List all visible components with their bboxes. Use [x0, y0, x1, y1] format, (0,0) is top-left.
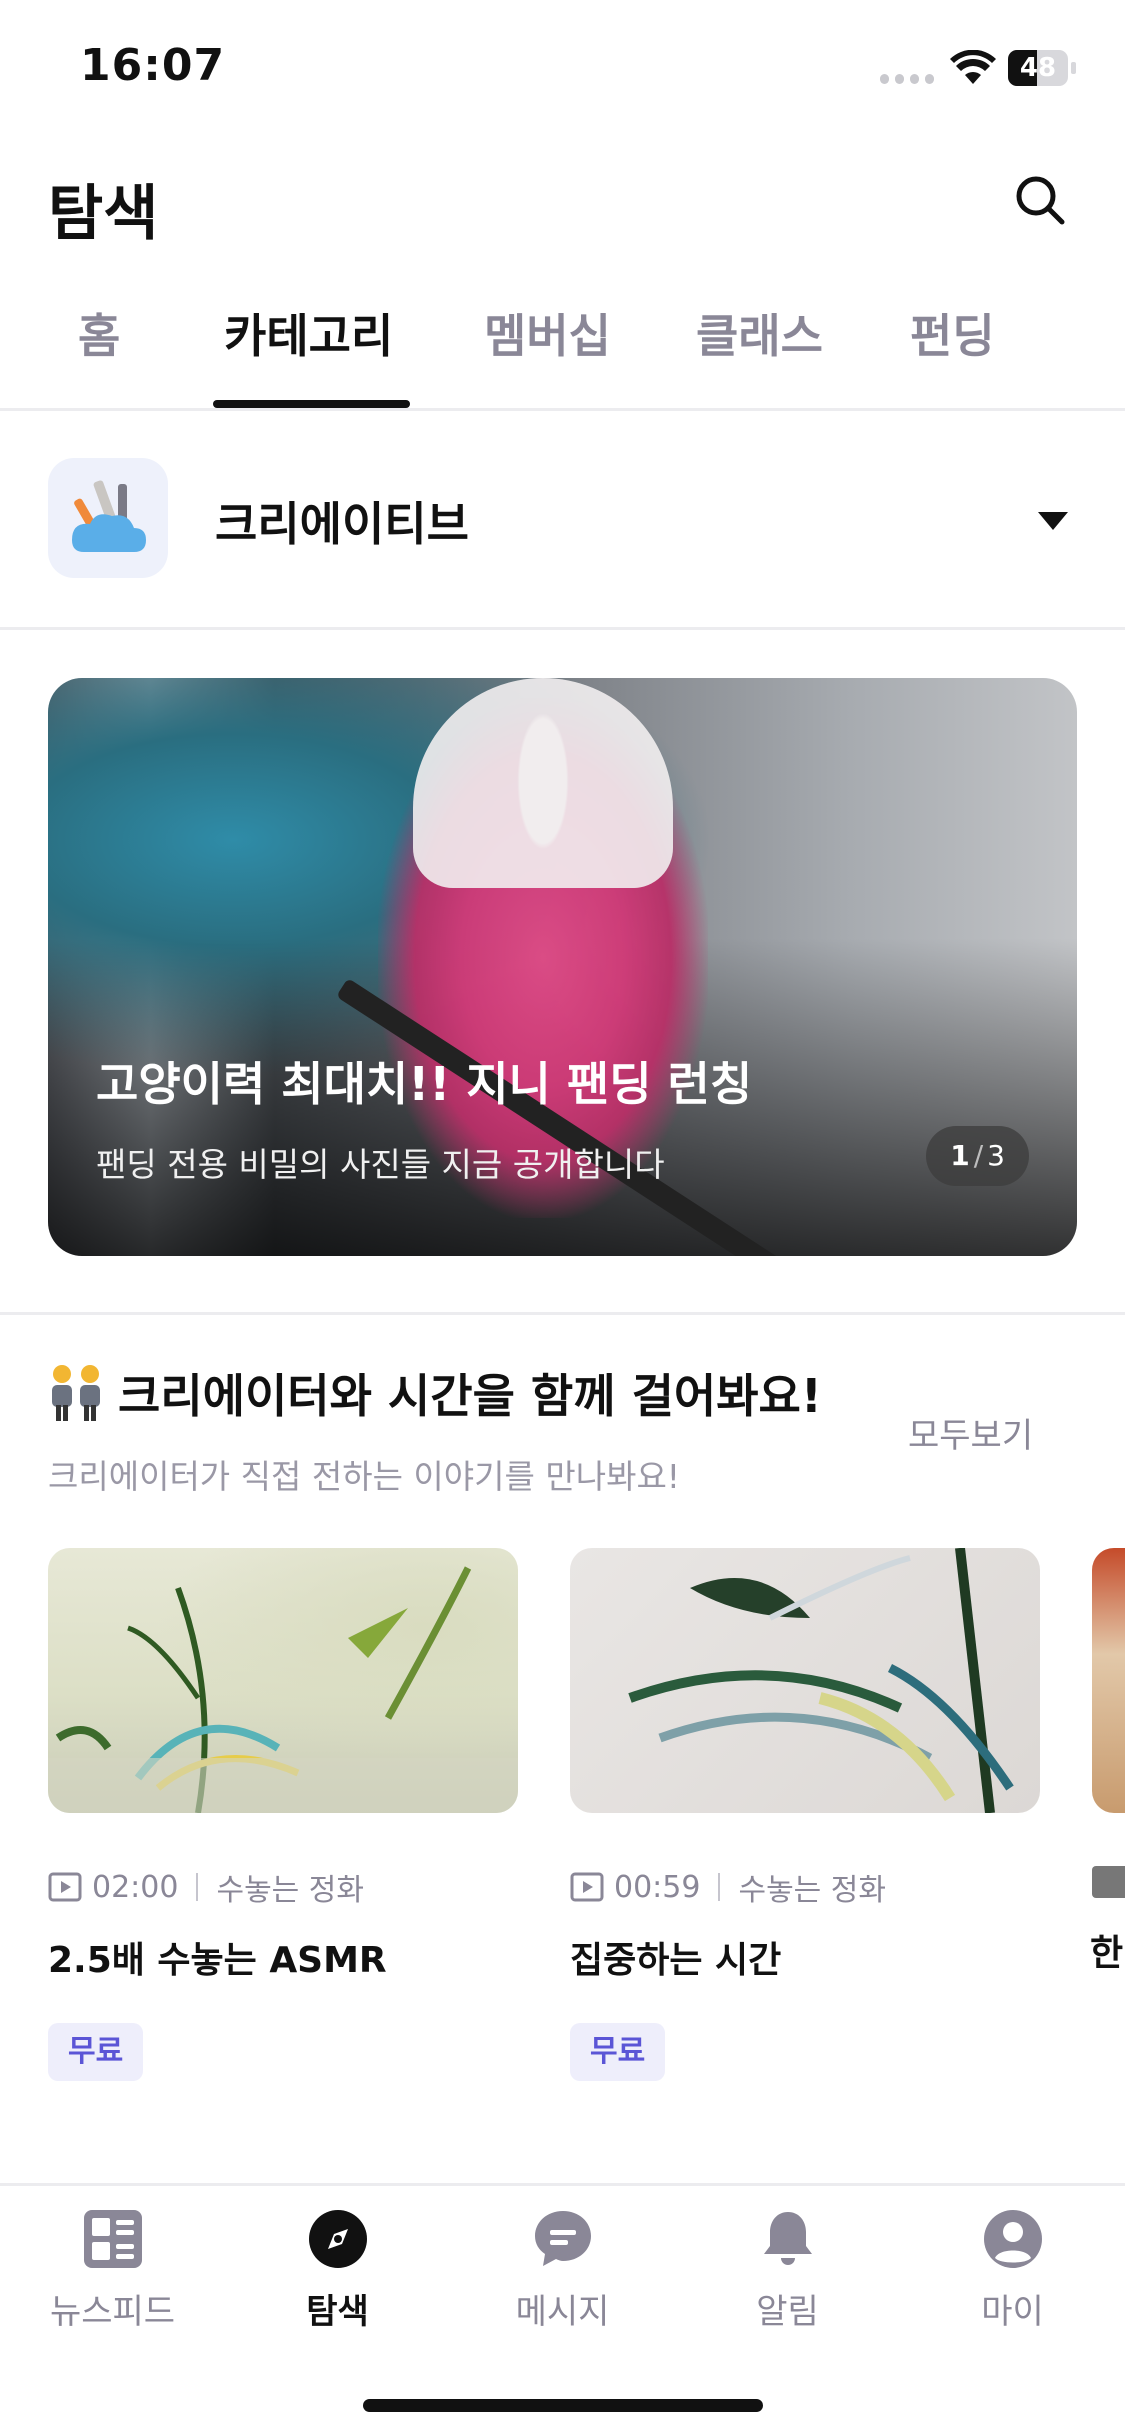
nav-messages[interactable]: 메시지	[450, 2208, 675, 2333]
document-icon	[1092, 1866, 1125, 1898]
creator-name: 수놓는 정화	[216, 1873, 365, 1908]
status-time: 16:07	[80, 40, 226, 91]
divider	[0, 1312, 1125, 1315]
nav-label: 마이	[981, 2292, 1044, 2332]
nav-label: 알림	[756, 2292, 819, 2332]
battery-icon: 48	[1008, 50, 1076, 86]
free-badge: 무료	[48, 2023, 144, 2081]
banner-current-page: 1	[950, 1139, 970, 1172]
caret-down-icon[interactable]	[1038, 512, 1068, 530]
active-tab-indicator	[213, 400, 410, 408]
tab-home[interactable]: 홈	[78, 300, 120, 366]
video-play-icon	[570, 1872, 604, 1902]
divider	[0, 627, 1125, 630]
video-title-partial: 한	[1090, 1933, 1124, 1974]
video-card[interactable]: 00:59 수놓는 정화 집중하는 시간 무료	[570, 1548, 1040, 2081]
cellular-signal-icon	[880, 74, 934, 84]
tab-membership[interactable]: 멤버십	[484, 300, 611, 366]
banner-total-pages: 3	[987, 1139, 1005, 1172]
nav-label: 뉴스피드	[49, 2292, 176, 2332]
tab-category[interactable]: 카테고리	[224, 300, 393, 366]
nav-explore[interactable]: 탐색	[225, 2208, 450, 2333]
chat-icon	[534, 2211, 591, 2266]
section-title: 크리에이터와 시간을 함께 걸어봐요!	[118, 1369, 822, 1423]
tab-bar: 홈 카테고리 멤버십 클래스 펀딩	[0, 300, 1125, 410]
creative-tools-icon	[48, 458, 168, 578]
banner-page-separator: /	[973, 1139, 984, 1172]
free-badge: 무료	[570, 2023, 666, 2081]
nav-newsfeed[interactable]: 뉴스피드	[0, 2208, 225, 2333]
video-thumbnail[interactable]	[48, 1548, 518, 1813]
video-title: 2.5배 수놓는 ASMR	[48, 1940, 387, 1981]
video-duration: 00:59	[614, 1869, 701, 1905]
banner-subtitle: 팬딩 전용 비밀의 사진들 지금 공개합니다	[96, 1145, 665, 1184]
nav-label: 탐색	[306, 2292, 369, 2332]
nav-label: 메시지	[515, 2292, 610, 2332]
tab-class[interactable]: 클래스	[696, 300, 823, 366]
banner-title: 고양이력 최대치!! 지니 팬딩 런칭	[96, 1057, 753, 1111]
video-thumbnail-partial[interactable]	[1092, 1548, 1125, 1813]
video-meta: 00:59 수놓는 정화	[570, 1865, 1040, 1909]
divider	[0, 408, 1125, 411]
tab-funding[interactable]: 펀딩	[910, 300, 995, 366]
nav-notifications[interactable]: 알림	[675, 2208, 900, 2333]
section-subtitle: 크리에이터가 직접 전하는 이야기를 만나봐요!	[48, 1457, 681, 1496]
page-title: 탐색	[48, 179, 159, 249]
video-card[interactable]: 02:00 수놓는 정화 2.5배 수놓는 ASMR 무료	[48, 1548, 518, 2081]
battery-level-text: 48	[1019, 53, 1057, 83]
creator-name: 수놓는 정화	[738, 1873, 887, 1908]
nav-my[interactable]: 마이	[900, 2208, 1125, 2333]
video-play-icon	[48, 1872, 82, 1902]
featured-banner[interactable]: 고양이력 최대치!! 지니 팬딩 런칭 팬딩 전용 비밀의 사진들 지금 공개합…	[48, 678, 1077, 1256]
bell-icon	[763, 2212, 812, 2265]
people-icon	[52, 1365, 100, 1421]
video-duration: 02:00	[92, 1869, 179, 1905]
compass-icon	[308, 2210, 367, 2268]
wifi-icon	[950, 50, 996, 84]
home-indicator	[363, 2399, 763, 2412]
search-icon[interactable]	[1012, 172, 1068, 228]
video-thumbnail[interactable]	[570, 1548, 1040, 1813]
banner-page-indicator: 1/3	[926, 1126, 1029, 1186]
see-all-link[interactable]: 모두보기	[908, 1408, 1033, 1457]
profile-icon	[983, 2210, 1042, 2268]
category-select-label[interactable]: 크리에이티브	[215, 488, 469, 554]
video-title: 집중하는 시간	[570, 1940, 782, 1981]
newsfeed-icon	[83, 2210, 142, 2268]
video-meta: 02:00 수놓는 정화	[48, 1865, 518, 1909]
